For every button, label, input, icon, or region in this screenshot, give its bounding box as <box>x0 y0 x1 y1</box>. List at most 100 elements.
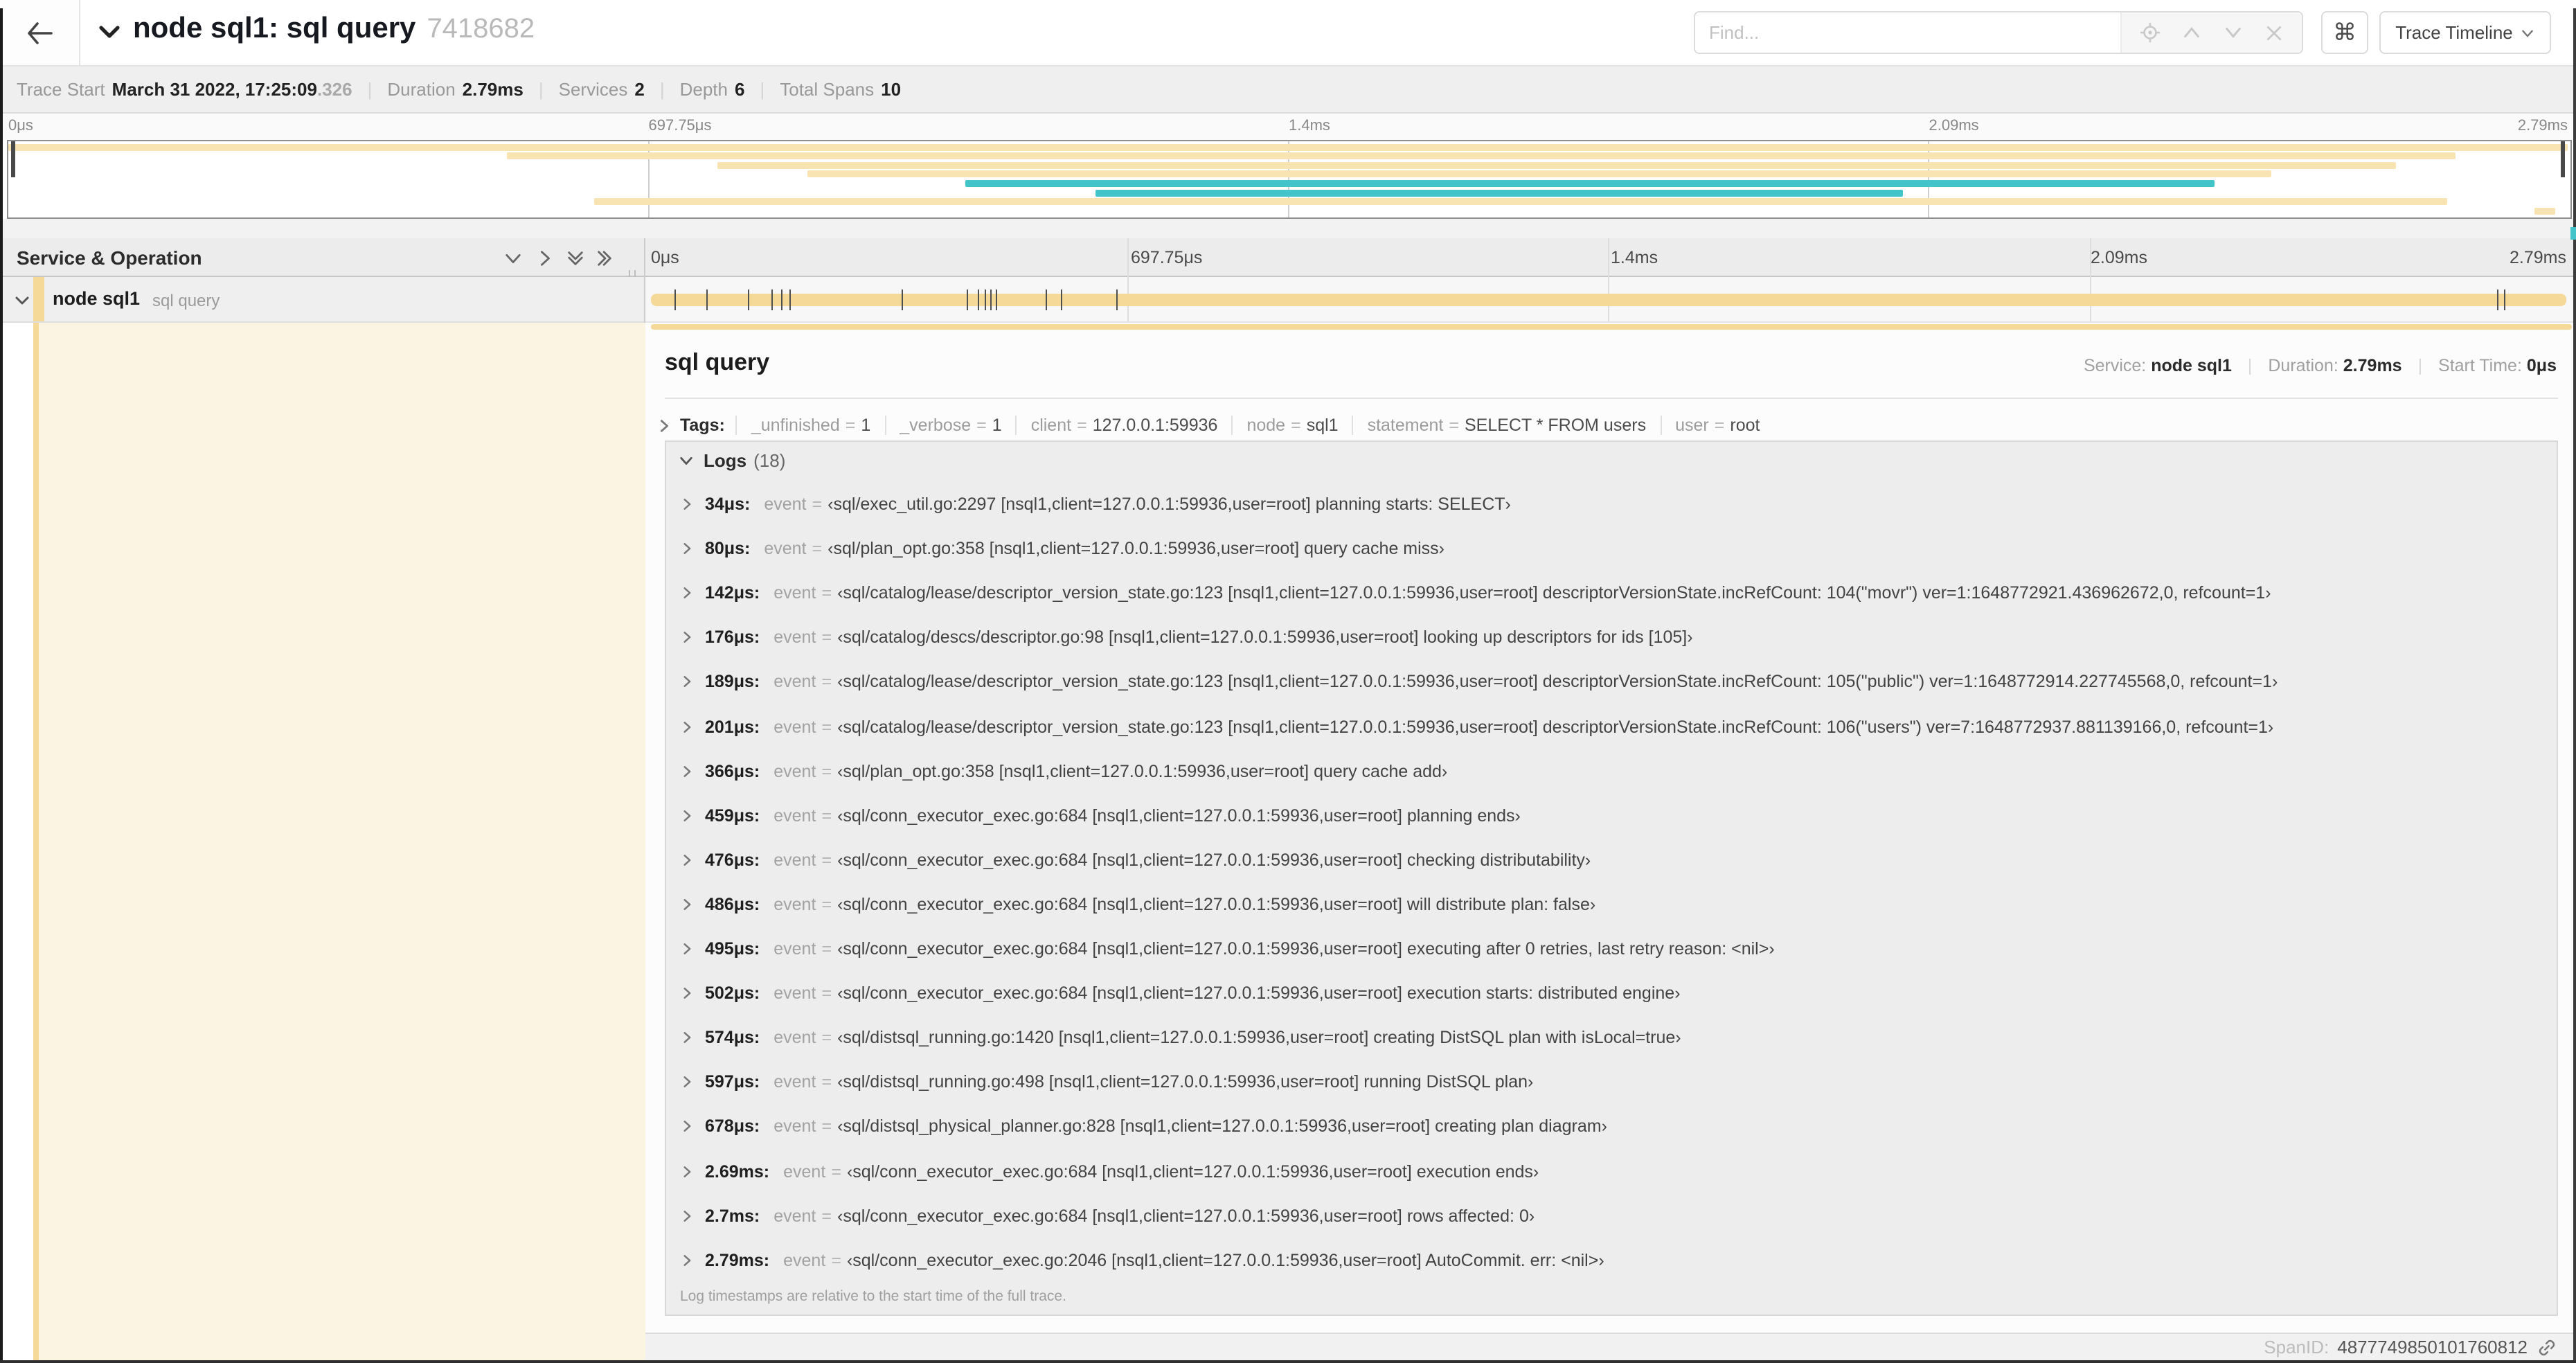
log-equals: = <box>821 894 832 914</box>
deep-link-icon[interactable] <box>2537 1337 2557 1357</box>
minimap-span-bar <box>8 143 2568 150</box>
log-value: ‹sql/conn_executor_exec.go:684 [nsql1,cl… <box>837 894 1596 914</box>
total-spans-label: Total Spans <box>780 79 875 100</box>
log-field-name: event <box>773 672 816 692</box>
log-entry-row[interactable]: 495μs: event = ‹sql/conn_executor_exec.go:6… <box>680 935 1775 963</box>
collapse-trace-chevron-icon[interactable] <box>97 19 122 44</box>
log-field-name: event <box>783 1161 826 1181</box>
span-service-name[interactable]: node sql1 <box>53 288 140 309</box>
log-timestamp: 80μs: <box>705 539 751 559</box>
top-bar: node sql1: sql query7418682 ⌘ Trace Time… <box>0 0 2576 65</box>
logs-title: Logs <box>704 450 747 471</box>
view-selector-button[interactable]: Trace Timeline <box>2379 11 2551 54</box>
column-resizer-grip[interactable] <box>629 263 641 281</box>
log-entry-row[interactable]: 2.69ms: event = ‹sql/conn_executor_exec.go:… <box>680 1157 1539 1185</box>
keyboard-shortcuts-button[interactable]: ⌘ <box>2321 11 2368 54</box>
logs-header[interactable]: Logs (18) <box>666 442 2557 479</box>
log-entry-row[interactable]: 476μs: event = ‹sql/conn_executor_exec.go:6… <box>680 846 1591 874</box>
log-marker-tick <box>977 289 979 310</box>
trace-minimap[interactable] <box>7 140 2572 219</box>
collapse-one-icon[interactable] <box>504 249 522 267</box>
minimap-right-handle[interactable] <box>2561 141 2565 177</box>
log-entry-row[interactable]: 201μs: event = ‹sql/catalog/lease/descripto… <box>680 713 2273 740</box>
log-field-name: event <box>773 761 816 781</box>
log-entry-row[interactable]: 502μs: event = ‹sql/conn_executor_exec.go:6… <box>680 979 1681 1007</box>
log-marker-tick <box>1116 289 1118 310</box>
span-row-left[interactable]: node sql1 sql query <box>0 277 644 323</box>
expand-all-icon[interactable] <box>596 249 614 267</box>
expand-one-icon[interactable] <box>536 249 554 267</box>
next-match-icon[interactable] <box>2223 22 2244 43</box>
tag-equals: = <box>976 416 987 435</box>
log-entry-row[interactable]: 678μs: event = ‹sql/distsql_physical_planne… <box>680 1113 1607 1141</box>
minimap-ruler-label: 0μs <box>8 118 33 134</box>
view-selector-label: Trace Timeline <box>2395 22 2513 43</box>
log-entry-row[interactable]: 366μs: event = ‹sql/plan_opt.go:358 [nsql1,… <box>680 757 1447 785</box>
log-expand-chevron-icon <box>683 721 691 732</box>
minimap-span-bar <box>807 170 2271 178</box>
timeline-ruler-label: 2.09ms <box>2091 248 2147 267</box>
minimap-gap <box>0 219 2576 238</box>
log-value: ‹sql/conn_executor_exec.go:684 [nsql1,cl… <box>837 805 1521 826</box>
log-entry-row[interactable]: 574μs: event = ‹sql/distsql_running.go:1420… <box>680 1024 1681 1051</box>
minimap-span-bar <box>717 161 2397 169</box>
log-value: ‹sql/distsql_physical_planner.go:828 [ns… <box>837 1116 1607 1137</box>
clear-search-icon[interactable] <box>2264 23 2283 42</box>
span-duration-bar[interactable] <box>651 294 2566 306</box>
log-expand-chevron-icon <box>683 943 691 954</box>
log-value: ‹sql/catalog/descs/descriptor.go:98 [nsq… <box>837 627 1693 648</box>
log-field-name: event <box>764 495 807 514</box>
jaeger-trace-page: node sql1: sql query7418682 ⌘ Trace Time… <box>0 0 2576 1363</box>
log-expand-chevron-icon <box>683 854 691 866</box>
start-time-value: 0μs <box>2526 356 2557 375</box>
log-marker-tick <box>990 289 992 310</box>
log-equals: = <box>821 627 832 648</box>
window-right-edge[interactable] <box>2573 8 2576 1360</box>
tag-equals: = <box>1714 416 1725 435</box>
minimap-span-bar <box>965 179 2215 187</box>
log-entry-row[interactable]: 189μs: event = ‹sql/catalog/lease/descripto… <box>680 668 2278 696</box>
log-timestamp: 486μs: <box>705 894 760 914</box>
find-input[interactable] <box>1695 12 2120 53</box>
trace-id: 7418682 <box>427 14 535 44</box>
log-entry-row[interactable]: 34μs: event = ‹sql/exec_util.go:2297 [nsql1… <box>680 490 1511 518</box>
log-entry-row[interactable]: 597μs: event = ‹sql/distsql_running.go:498 … <box>680 1069 1533 1096</box>
duration-label: Duration <box>387 79 456 100</box>
timeline-ruler-label: 1.4ms <box>1611 248 1658 267</box>
focus-target-icon[interactable] <box>2140 22 2161 43</box>
collapse-all-icon[interactable] <box>566 249 584 267</box>
log-entry-row[interactable]: 2.7ms: event = ‹sql/conn_executor_exec.go:6… <box>680 1202 1535 1229</box>
log-entry-row[interactable]: 80μs: event = ‹sql/plan_opt.go:358 [nsql1,c… <box>680 535 1444 562</box>
log-expand-chevron-icon <box>683 1121 691 1132</box>
command-icon: ⌘ <box>2333 19 2356 45</box>
log-entry-row[interactable]: 142μs: event = ‹sql/catalog/lease/descripto… <box>680 579 2271 607</box>
log-marker-tick <box>748 289 750 310</box>
log-equals: = <box>821 761 832 781</box>
log-field-name: event <box>773 939 816 959</box>
log-equals: = <box>821 939 832 959</box>
log-value: ‹sql/distsql_running.go:1420 [nsql1,clie… <box>837 1028 1681 1048</box>
log-value: ‹sql/catalog/lease/descriptor_version_st… <box>837 717 2274 736</box>
log-expand-chevron-icon <box>683 765 691 777</box>
log-entry-row[interactable]: 176μs: event = ‹sql/catalog/descs/descripto… <box>680 624 1693 652</box>
find-controls <box>2120 12 2302 53</box>
log-entry-row[interactable]: 2.79ms: event = ‹sql/conn_executor_exec.go:… <box>680 1246 1604 1274</box>
start-time-label: Start Time: <box>2438 356 2522 375</box>
detail-span-title: sql query <box>665 349 770 375</box>
prev-match-icon[interactable] <box>2181 22 2202 43</box>
minimap-left-handle[interactable] <box>11 141 15 177</box>
log-entry-row[interactable]: 459μs: event = ‹sql/conn_executor_exec.go:6… <box>680 801 1521 829</box>
log-timestamp: 176μs: <box>705 627 760 648</box>
span-collapse-chevron-icon[interactable] <box>14 292 30 309</box>
trace-start-value: March 31 2022, 17:25:09 <box>111 79 317 100</box>
span-row-timeline[interactable] <box>645 277 2576 323</box>
back-arrow-icon <box>28 21 53 44</box>
log-field-name: event <box>773 583 816 603</box>
log-entry-row[interactable]: 486μs: event = ‹sql/conn_executor_exec.go:6… <box>680 891 1595 918</box>
tags-row[interactable]: Tags: _unfinished = 1 _verbose = 1 client = 127.… <box>656 409 1773 442</box>
tag-value: root <box>1730 416 1760 435</box>
log-timestamp: 476μs: <box>705 850 760 870</box>
log-equals: = <box>821 717 832 736</box>
back-button[interactable] <box>0 0 80 65</box>
log-value: ‹sql/plan_opt.go:358 [nsql1,client=127.0… <box>828 539 1445 559</box>
